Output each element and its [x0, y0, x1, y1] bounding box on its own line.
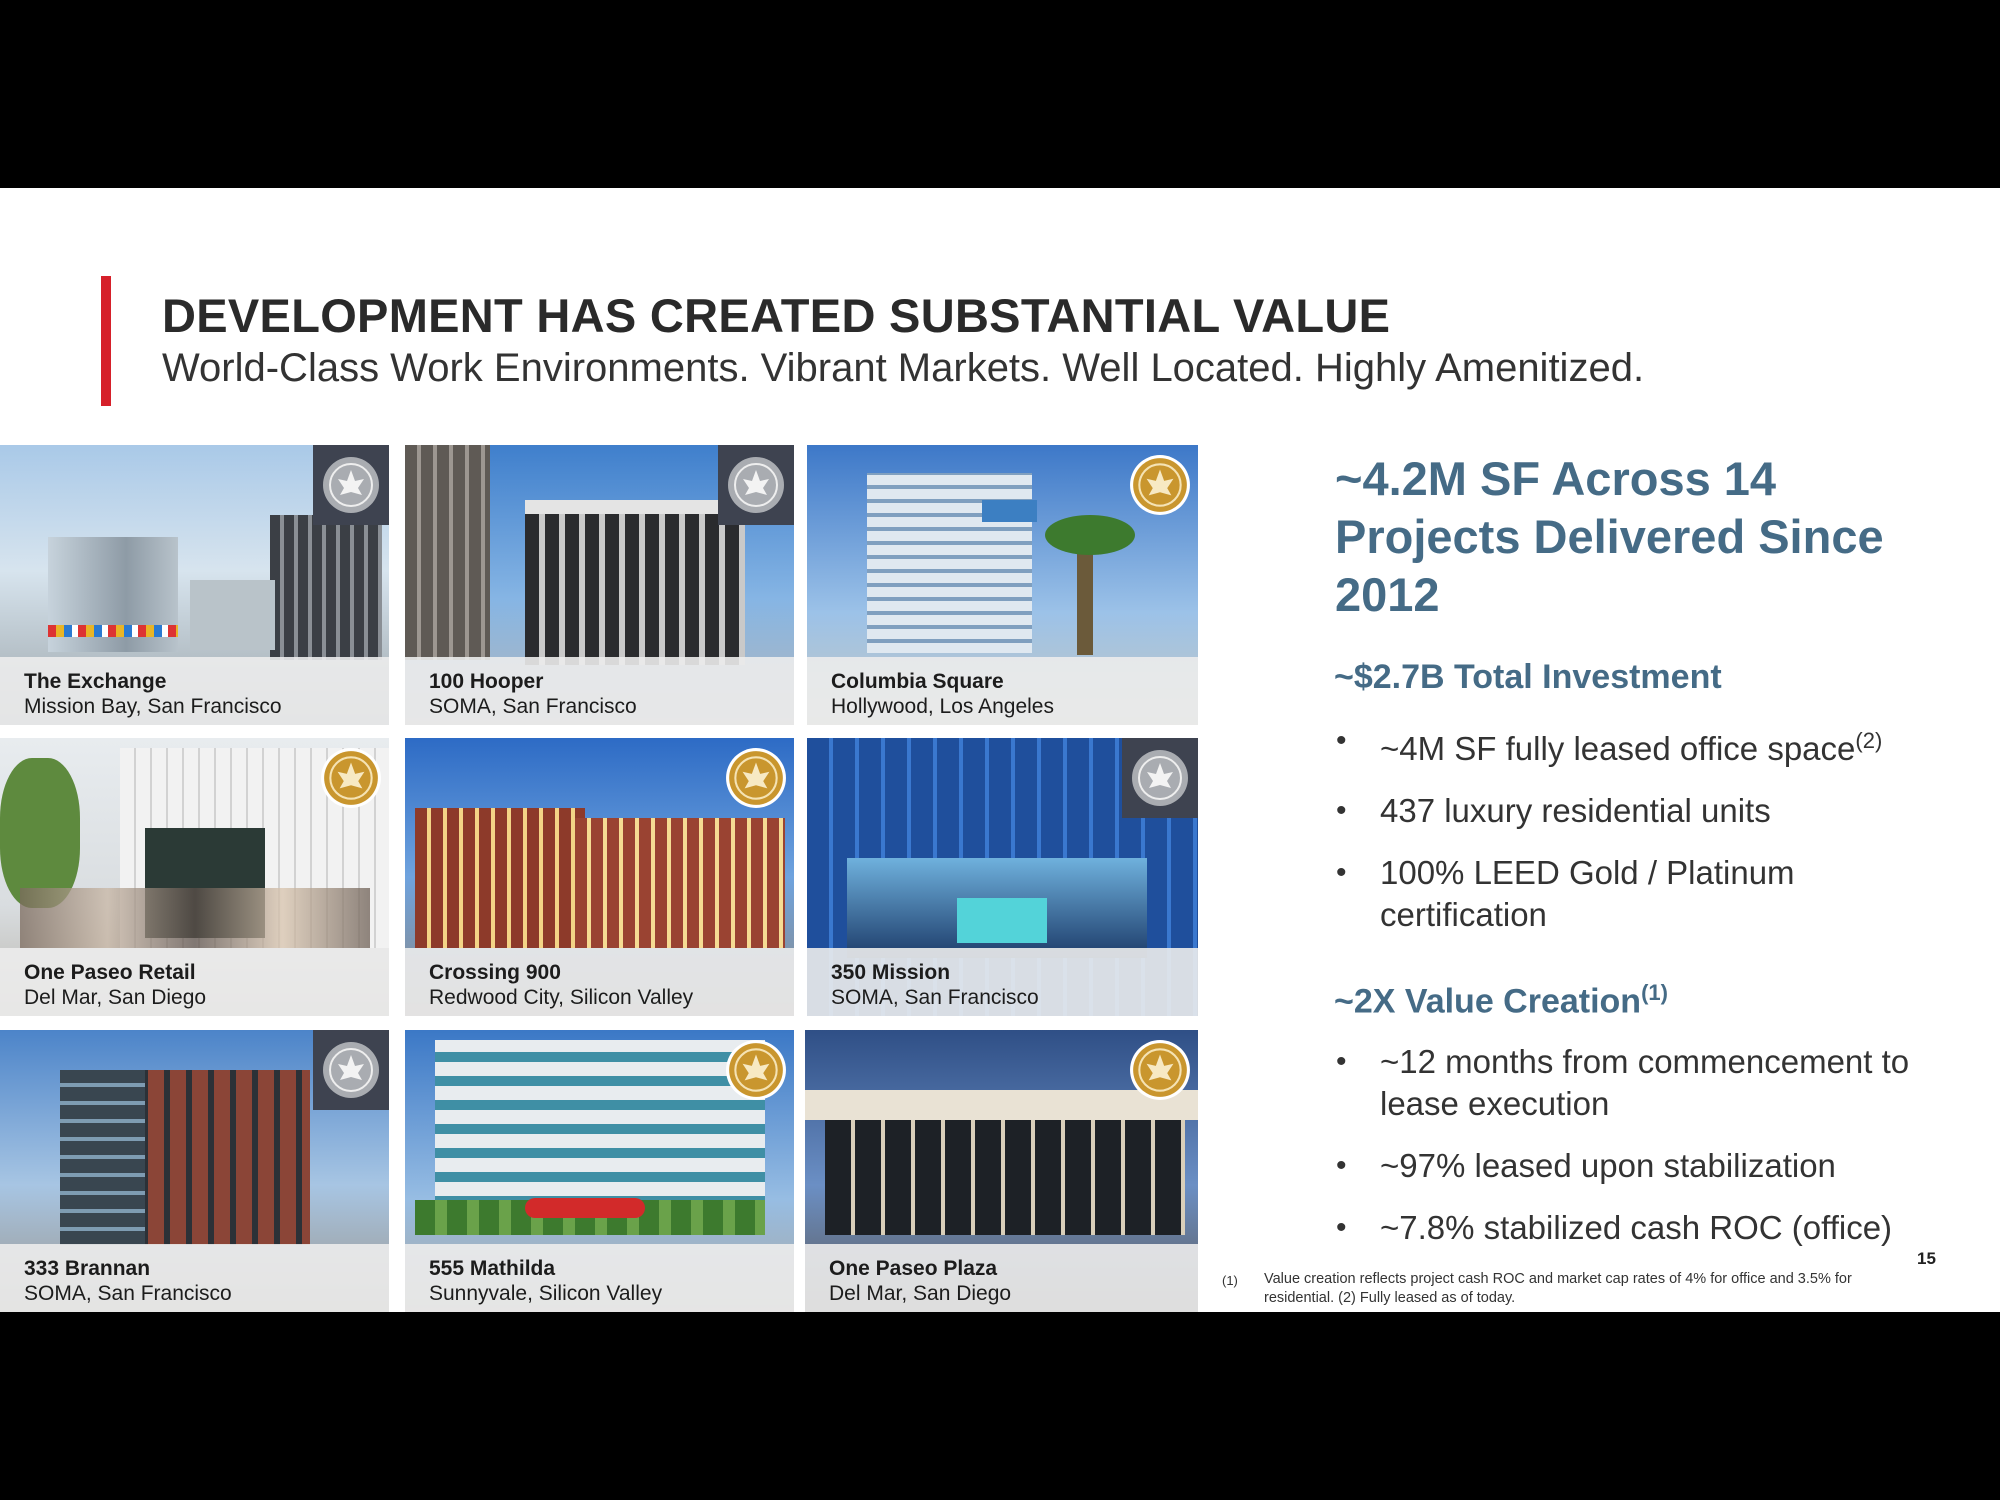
footnote: Value creation reflects project cash ROC…: [1264, 1271, 1852, 1306]
accent-bar: [101, 276, 111, 406]
leed-platinum-badge: [1122, 738, 1198, 818]
property-location: Hollywood, Los Angeles: [831, 695, 1054, 718]
investment-heading: ~$2.7B Total Investment: [1334, 658, 1722, 696]
property-location: SOMA, San Francisco: [24, 1282, 232, 1305]
property-caption: 333 Brannan SOMA, San Francisco: [0, 1244, 389, 1312]
property-location: Mission Bay, San Francisco: [24, 695, 282, 718]
property-name: One Paseo Plaza: [829, 1257, 998, 1280]
leed-gold-seal-icon: [1130, 1040, 1190, 1100]
property-location: Del Mar, San Diego: [24, 986, 207, 1009]
property-tile: 555 Mathilda Sunnyvale, Silicon Valley: [405, 1030, 794, 1312]
property-location: Sunnyvale, Silicon Valley: [429, 1282, 663, 1305]
investment-bullet: ~4M SF fully leased office space(2): [1336, 720, 1956, 770]
leed-gold-badge: [1122, 1030, 1198, 1110]
leed-gold-seal-icon: [726, 748, 786, 808]
investment-bullet-list: ~4M SF fully leased office space(2) 437 …: [1336, 720, 1956, 956]
property-location: SOMA, San Francisco: [429, 695, 637, 718]
property-caption: One Paseo Plaza Del Mar, San Diego: [805, 1244, 1198, 1312]
value-creation-bullet: ~12 months from commencement to lease ex…: [1336, 1041, 1956, 1125]
leed-gold-badge: [1122, 445, 1198, 525]
page-number: 15: [1917, 1249, 1936, 1268]
property-name: 100 Hooper: [429, 670, 544, 693]
slide: DEVELOPMENT HAS CREATED SUBSTANTIAL VALU…: [0, 188, 2000, 1312]
leed-gold-badge: [313, 738, 389, 818]
leed-platinum-seal-icon: [323, 457, 379, 513]
slide-title: DEVELOPMENT HAS CREATED SUBSTANTIAL VALU…: [162, 289, 1391, 342]
property-tile: 350 Mission SOMA, San Francisco: [807, 738, 1198, 1016]
property-tile: The Exchange Mission Bay, San Francisco: [0, 445, 389, 725]
leed-gold-seal-icon: [321, 748, 381, 808]
property-caption: 100 Hooper SOMA, San Francisco: [405, 657, 794, 725]
leed-gold-badge: [718, 738, 794, 818]
property-name: Crossing 900: [429, 961, 561, 984]
property-location: SOMA, San Francisco: [831, 986, 1039, 1009]
leed-platinum-badge: [313, 1030, 389, 1110]
leed-platinum-seal-icon: [323, 1042, 379, 1098]
leed-platinum-badge: [313, 445, 389, 525]
property-name: The Exchange: [24, 670, 167, 693]
property-tile: Columbia Square Hollywood, Los Angeles: [807, 445, 1198, 725]
value-creation-bullet: ~97% leased upon stabilization: [1336, 1145, 1956, 1187]
leed-gold-badge: [718, 1030, 794, 1110]
leed-gold-seal-icon: [1130, 455, 1190, 515]
property-name: 333 Brannan: [24, 1257, 151, 1280]
property-caption: The Exchange Mission Bay, San Francisco: [0, 657, 389, 725]
property-tile: Crossing 900 Redwood City, Silicon Valle…: [405, 738, 794, 1016]
headline-stat: ~4.2M SF Across 14 Projects Delivered Si…: [1335, 452, 1884, 621]
property-location: Del Mar, San Diego: [829, 1282, 1012, 1305]
value-creation-bullet-list: ~12 months from commencement to lease ex…: [1336, 1041, 1956, 1269]
property-caption: One Paseo Retail Del Mar, San Diego: [0, 948, 389, 1016]
property-tile: 333 Brannan SOMA, San Francisco: [0, 1030, 389, 1312]
leed-platinum-seal-icon: [1132, 750, 1188, 806]
property-caption: 555 Mathilda Sunnyvale, Silicon Valley: [405, 1244, 794, 1312]
property-caption: Crossing 900 Redwood City, Silicon Valle…: [405, 948, 794, 1016]
leed-gold-seal-icon: [726, 1040, 786, 1100]
property-tile: One Paseo Retail Del Mar, San Diego: [0, 738, 389, 1016]
property-caption: Columbia Square Hollywood, Los Angeles: [807, 657, 1198, 725]
property-name: One Paseo Retail: [24, 961, 196, 984]
leed-platinum-badge: [718, 445, 794, 525]
property-name: 555 Mathilda: [429, 1257, 556, 1280]
investment-bullet: 437 luxury residential units: [1336, 790, 1956, 832]
footnote-marker: (1): [1222, 1273, 1238, 1288]
value-creation-bullet: ~7.8% stabilized cash ROC (office): [1336, 1207, 1956, 1249]
property-caption: 350 Mission SOMA, San Francisco: [807, 948, 1198, 1016]
leed-platinum-seal-icon: [728, 457, 784, 513]
value-creation-heading: ~2X Value Creation(1): [1334, 980, 1668, 1021]
slide-subtitle: World-Class Work Environments. Vibrant M…: [162, 346, 1645, 390]
property-name: 350 Mission: [831, 961, 951, 984]
property-name: Columbia Square: [831, 670, 1004, 693]
investment-bullet: 100% LEED Gold / Platinum certification: [1336, 852, 1956, 936]
property-location: Redwood City, Silicon Valley: [429, 986, 694, 1009]
property-tile: One Paseo Plaza Del Mar, San Diego: [805, 1030, 1198, 1312]
property-tile: 100 Hooper SOMA, San Francisco: [405, 445, 794, 725]
